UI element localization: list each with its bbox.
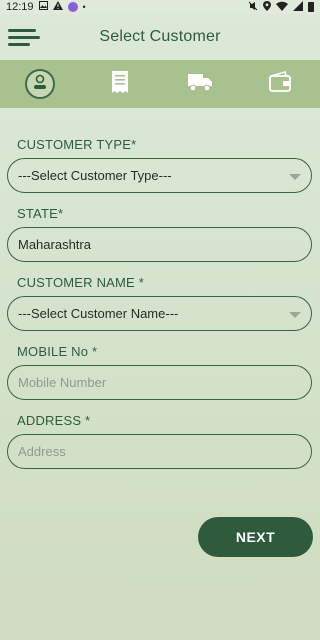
battery-icon — [308, 2, 314, 12]
tab-delivery[interactable] — [160, 60, 240, 108]
address-input[interactable]: Address — [7, 434, 312, 469]
dropdown-caret-icon — [289, 312, 301, 318]
wifi-icon — [276, 1, 288, 14]
next-button[interactable]: NEXT — [198, 517, 313, 557]
tab-active-indicator — [25, 69, 55, 99]
page-title: Select Customer — [99, 28, 221, 45]
warning-icon — [52, 0, 63, 14]
tab-customer[interactable] — [0, 60, 80, 108]
app-bar: Select Customer — [0, 14, 320, 60]
status-right — [248, 0, 314, 14]
customer-type-value: ---Select Customer Type--- — [18, 168, 172, 183]
mobile-label: MOBILE No * — [17, 344, 98, 359]
address-placeholder: Address — [18, 444, 66, 459]
status-bar: 12:19 • — [0, 0, 320, 14]
customer-name-label: CUSTOMER NAME * — [17, 275, 144, 290]
state-field[interactable]: Maharashtra — [7, 227, 312, 262]
tab-bar — [0, 60, 320, 108]
person-icon — [31, 73, 49, 96]
customer-type-label: CUSTOMER TYPE* — [17, 137, 137, 152]
image-icon — [38, 0, 48, 14]
tab-payment[interactable] — [240, 60, 320, 108]
receipt-icon — [110, 70, 130, 99]
status-left: 12:19 • — [6, 0, 86, 14]
mobile-placeholder: Mobile Number — [18, 375, 107, 390]
status-time: 12:19 — [6, 1, 34, 13]
state-label: STATE* — [17, 206, 64, 221]
tab-order[interactable] — [80, 60, 160, 108]
address-label: ADDRESS * — [17, 413, 91, 428]
customer-name-dropdown[interactable]: ---Select Customer Name--- — [7, 296, 312, 331]
customer-name-value: ---Select Customer Name--- — [18, 306, 179, 321]
state-value: Maharashtra — [18, 237, 91, 252]
dot-icon: • — [82, 2, 86, 12]
mute-icon — [248, 1, 258, 14]
app-badge-icon — [67, 2, 78, 12]
customer-type-dropdown[interactable]: ---Select Customer Type--- — [7, 158, 312, 193]
wallet-icon — [268, 70, 292, 98]
signal-icon — [293, 0, 303, 14]
delivery-truck-icon — [187, 72, 213, 97]
location-icon — [263, 0, 271, 14]
mobile-input[interactable]: Mobile Number — [7, 365, 312, 400]
dropdown-caret-icon — [289, 174, 301, 180]
